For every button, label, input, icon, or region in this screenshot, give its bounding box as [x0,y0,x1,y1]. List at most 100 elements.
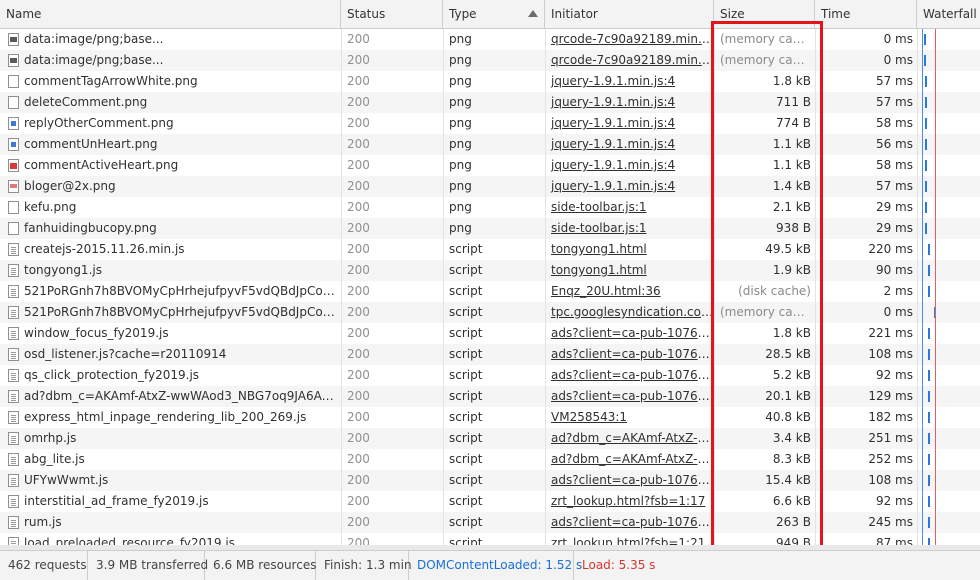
waterfall-bar [928,496,930,507]
request-name[interactable]: abg_lite.js [0,449,341,470]
request-name[interactable]: qs_click_protection_fy2019.js [0,365,341,386]
request-name[interactable]: replyOtherComment.png [0,113,341,134]
table-row[interactable]: deleteComment.png 200 png jquery-1.9.1.min.… [0,92,980,113]
request-initiator: jquery-1.9.1.min.js:4 [545,176,714,197]
initiator-link[interactable]: tongyong1.html [551,242,647,256]
initiator-link[interactable]: ads?client=ca-pub-1076724... [551,368,714,382]
waterfall-bar [928,349,930,360]
summary-transferred: 3.9 MB transferred [88,551,208,580]
table-row[interactable]: UFYwWwmt.js 200 script ads?client=ca-pub-10… [0,470,980,491]
table-row[interactable]: load_preloaded_resource_fy2019.js 200 scri… [0,533,980,545]
request-name[interactable]: osd_listener.js?cache=r20110914 [0,344,341,365]
initiator-link[interactable]: ads?client=ca-pub-1076724... [551,347,714,361]
column-header-status[interactable]: Status [341,0,443,28]
request-name[interactable]: interstitial_ad_frame_fy2019.js [0,491,341,512]
table-row[interactable]: omrhp.js 200 script ad?dbm_c=AKAmf-AtxZ-ww.… [0,428,980,449]
initiator-link[interactable]: ad?dbm_c=AKAmf-AtxZ-ww... [551,431,714,445]
table-row[interactable]: fanhuidingbucopy.png 200 png side-toolbar.j… [0,218,980,239]
initiator-link[interactable]: jquery-1.9.1.min.js:4 [551,74,675,88]
initiator-link[interactable]: ad?dbm_c=AKAmf-AtxZ-ww... [551,452,714,466]
request-time: 0 ms [883,305,913,319]
table-row[interactable]: commentActiveHeart.png 200 png jquery-1.9.1… [0,155,980,176]
request-status: 200 [347,347,370,361]
request-name[interactable]: express_html_inpage_rendering_lib_200_26… [0,407,341,428]
request-name[interactable]: deleteComment.png [0,92,341,113]
initiator-link[interactable]: ads?client=ca-pub-1076724... [551,515,714,529]
table-row[interactable]: 521PoRGnh7h8BVOMyCpHrhejufpyvF5vdQBdJpCo… [0,302,980,323]
table-row[interactable]: express_html_inpage_rendering_lib_200_26… [0,407,980,428]
request-name[interactable]: commentUnHeart.png [0,134,341,155]
request-name[interactable]: kefu.png [0,197,341,218]
request-status: 200 [347,200,370,214]
table-row[interactable]: commentUnHeart.png 200 png jquery-1.9.1.min… [0,134,980,155]
initiator-link[interactable]: zrt_lookup.html?fsb=1:21 [551,536,705,545]
initiator-link[interactable]: qrcode-7c90a92189.min.js:1 [551,53,714,67]
sort-ascending-icon [528,10,538,17]
initiator-link[interactable]: tongyong1.html [551,263,647,277]
initiator-link[interactable]: Enqz_20U.html:36 [551,284,661,298]
table-row[interactable]: ad?dbm_c=AKAmf-AtxZ-wwWAod3_NBG7oq9JA6AO… [0,386,980,407]
waterfall-bar [925,181,927,192]
request-name[interactable]: tongyong1.js [0,260,341,281]
table-row[interactable]: 521PoRGnh7h8BVOMyCpHrhejufpyvF5vdQBdJpCo… [0,281,980,302]
table-row[interactable]: tongyong1.js 200 script tongyong1.html 1.9 k… [0,260,980,281]
initiator-link[interactable]: qrcode-7c90a92189.min.js:1 [551,32,714,46]
initiator-link[interactable]: side-toolbar.js:1 [551,221,647,235]
request-name[interactable]: data:image/png;base... [0,50,341,71]
initiator-link[interactable]: side-toolbar.js:1 [551,200,647,214]
initiator-link[interactable]: zrt_lookup.html?fsb=1:17 [551,494,705,508]
table-row[interactable]: data:image/png;base... 200 png qrcode-7c90a… [0,29,980,50]
initiator-link[interactable]: jquery-1.9.1.min.js:4 [551,179,675,193]
summary-requests: 462 requests [0,551,88,580]
request-name[interactable]: commentActiveHeart.png [0,155,341,176]
request-time: 0 ms [883,32,913,46]
request-name[interactable]: createjs-2015.11.26.min.js [0,239,341,260]
request-type: script [449,473,483,487]
request-name[interactable]: omrhp.js [0,428,341,449]
table-row[interactable]: bloger@2x.png 200 png jquery-1.9.1.min.js:4… [0,176,980,197]
request-name[interactable]: fanhuidingbucopy.png [0,218,341,239]
table-row[interactable]: abg_lite.js 200 script ad?dbm_c=AKAmf-AtxZ-… [0,449,980,470]
request-name[interactable]: UFYwWwmt.js [0,470,341,491]
request-name[interactable]: rum.js [0,512,341,533]
request-name[interactable]: ad?dbm_c=AKAmf-AtxZ-wwWAod3_NBG7oq9JA6AO… [0,386,341,407]
column-header-time[interactable]: Time [815,0,917,28]
table-row[interactable]: createjs-2015.11.26.min.js 200 script tongy… [0,239,980,260]
table-row[interactable]: interstitial_ad_frame_fy2019.js 200 script… [0,491,980,512]
initiator-link[interactable]: jquery-1.9.1.min.js:4 [551,116,675,130]
initiator-link[interactable]: jquery-1.9.1.min.js:4 [551,95,675,109]
request-name[interactable]: load_preloaded_resource_fy2019.js [0,533,341,545]
column-divider [443,29,444,545]
initiator-link[interactable]: jquery-1.9.1.min.js:4 [551,158,675,172]
request-name[interactable]: bloger@2x.png [0,176,341,197]
column-header-type[interactable]: Type [443,0,545,28]
column-header-initiator[interactable]: Initiator [545,0,714,28]
request-name[interactable]: commentTagArrowWhite.png [0,71,341,92]
request-initiator: ad?dbm_c=AKAmf-AtxZ-ww... [545,449,714,470]
table-row[interactable]: window_focus_fy2019.js 200 script ads?clien… [0,323,980,344]
request-initiator: jquery-1.9.1.min.js:4 [545,113,714,134]
table-row[interactable]: rum.js 200 script ads?client=ca-pub-1076724… [0,512,980,533]
request-status: 200 [347,473,370,487]
initiator-link[interactable]: ads?client=ca-pub-1076724... [551,389,714,403]
request-time: 108 ms [868,347,913,361]
table-row[interactable]: kefu.png 200 png side-toolbar.js:1 2.1 kB 29 … [0,197,980,218]
request-name[interactable]: 521PoRGnh7h8BVOMyCpHrhejufpyvF5vdQBdJpCo… [0,302,341,323]
request-name[interactable]: 521PoRGnh7h8BVOMyCpHrhejufpyvF5vdQBdJpCo… [0,281,341,302]
initiator-link[interactable]: VM258543:1 [551,410,627,424]
column-header-name[interactable]: Name [0,0,341,28]
request-name[interactable]: data:image/png;base... [0,29,341,50]
table-row[interactable]: data:image/png;base... 200 png qrcode-7c90a… [0,50,980,71]
initiator-link[interactable]: jquery-1.9.1.min.js:4 [551,137,675,151]
table-row[interactable]: commentTagArrowWhite.png 200 png jquery-1.9… [0,71,980,92]
table-row[interactable]: qs_click_protection_fy2019.js 200 script ad… [0,365,980,386]
table-row[interactable]: osd_listener.js?cache=r20110914 200 script… [0,344,980,365]
initiator-link[interactable]: ads?client=ca-pub-1076724... [551,473,714,487]
request-time: 58 ms [875,158,913,172]
column-header-waterfall[interactable]: Waterfall [917,0,980,28]
request-name[interactable]: window_focus_fy2019.js [0,323,341,344]
initiator-link[interactable]: tpc.googlesyndication.com/... [551,305,714,319]
waterfall-bar [925,118,927,129]
initiator-link[interactable]: ads?client=ca-pub-1076724... [551,326,714,340]
table-row[interactable]: replyOtherComment.png 200 png jquery-1.9.1.… [0,113,980,134]
